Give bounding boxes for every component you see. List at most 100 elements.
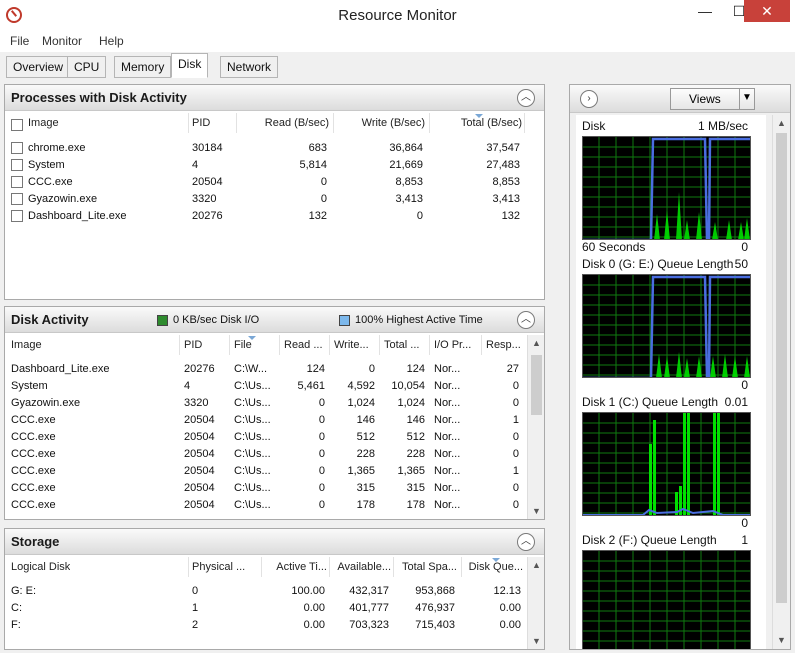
table-row[interactable]: CCC.exe 20504 C:\Us... 0 512 512 Nor... 0 <box>5 429 527 446</box>
scroll-down-icon[interactable]: ▼ <box>528 503 544 519</box>
process-checkbox[interactable] <box>11 210 23 222</box>
storage-total-space: 715,403 <box>415 619 455 631</box>
activity-pid: 20504 <box>184 465 215 477</box>
activity-response: 0 <box>512 380 519 392</box>
col-pid[interactable]: PID <box>192 117 210 129</box>
col-total-space[interactable]: Total Spa... <box>391 561 457 573</box>
table-row[interactable]: C: 1 0.00 401,777 476,937 0.00 <box>5 600 525 617</box>
activity-read: 0 <box>318 482 325 494</box>
activity-read: 0 <box>318 465 325 477</box>
select-all-checkbox[interactable] <box>11 119 23 131</box>
col-read[interactable]: Read (B/sec) <box>241 117 329 129</box>
tab-overview[interactable]: Overview <box>6 56 71 78</box>
collapse-processes-button[interactable]: ︿ <box>517 89 535 107</box>
process-image: chrome.exe <box>28 142 86 154</box>
disk2-graph-label: Disk 2 (F:) Queue Length <box>582 533 717 547</box>
activity-image: CCC.exe <box>11 482 56 494</box>
col-physical-disk[interactable]: Physical ... <box>192 561 262 573</box>
table-row[interactable]: Gyazowin.exe 3320 0 3,413 3,413 <box>5 191 525 208</box>
table-row[interactable]: Dashboard_Lite.exe 20276 132 0 132 <box>5 208 525 225</box>
col-logical-disk[interactable]: Logical Disk <box>11 561 70 573</box>
disk-activity-scrollbar[interactable]: ▲ ▼ <box>527 335 544 519</box>
table-row[interactable]: Dashboard_Lite.exe 20276 C:\W... 124 0 124 Nor… <box>5 361 527 378</box>
table-row[interactable]: System 4 5,814 21,669 27,483 <box>5 157 525 174</box>
scroll-down-icon[interactable]: ▼ <box>528 633 544 649</box>
activity-image: CCC.exe <box>11 431 56 443</box>
table-row[interactable]: chrome.exe 30184 683 36,864 37,547 <box>5 140 525 157</box>
storage-disk-queue: 0.00 <box>499 602 521 614</box>
collapse-storage-button[interactable]: ︿ <box>517 533 535 551</box>
activity-write: 1,024 <box>347 397 375 409</box>
expand-arrow-icon[interactable]: › <box>580 90 598 108</box>
activity-pid: 20504 <box>184 431 215 443</box>
scroll-down-icon[interactable]: ▼ <box>773 632 790 649</box>
table-row[interactable]: F: 2 0.00 703,323 715,403 0.00 <box>5 617 525 634</box>
process-total: 3,413 <box>492 193 520 205</box>
activity-bar <box>687 413 690 515</box>
scroll-up-icon[interactable]: ▲ <box>528 335 544 352</box>
table-row[interactable]: CCC.exe 20504 C:\Us... 0 228 228 Nor... 0 <box>5 446 527 463</box>
activity-total: 10,054 <box>391 380 425 392</box>
activity-response: 0 <box>512 482 519 494</box>
col-write[interactable]: Write (B/sec) <box>333 117 425 129</box>
table-row[interactable]: CCC.exe 20504 C:\Us... 0 146 146 Nor... 1 <box>5 412 527 429</box>
scroll-thumb[interactable] <box>776 133 787 603</box>
activity-io-priority: Nor... <box>434 397 461 409</box>
table-row[interactable]: CCC.exe 20504 C:\Us... 0 315 315 Nor... 0 <box>5 480 527 497</box>
table-row[interactable]: G: E: 0 100.00 432,317 953,868 12.13 <box>5 583 525 600</box>
minimize-button[interactable]: — <box>690 0 720 22</box>
col-disk-queue[interactable]: Disk Que... <box>461 561 523 573</box>
disk0-graph <box>582 274 751 378</box>
activity-response: 27 <box>506 363 519 375</box>
tab-disk[interactable]: Disk <box>171 53 209 78</box>
storage-available: 401,777 <box>349 602 389 614</box>
menu-monitor[interactable]: Monitor <box>42 34 82 48</box>
processes-header[interactable]: Processes with Disk Activity ︿ <box>5 85 544 111</box>
col-available[interactable]: Available... <box>327 561 391 573</box>
graphs-scrollbar[interactable]: ▲ ▼ <box>772 115 789 649</box>
process-total: 8,853 <box>492 176 520 188</box>
col-total[interactable]: Total (B/sec) <box>429 117 522 129</box>
activity-bar <box>713 413 716 515</box>
col-image[interactable]: Image <box>28 117 59 129</box>
close-button[interactable]: ✕ <box>744 0 790 22</box>
tab-network[interactable]: Network <box>220 56 279 78</box>
storage-active-time: 0.00 <box>303 602 325 614</box>
tab-cpu[interactable]: CPU <box>67 56 107 78</box>
disk0-graph-min: 0 <box>741 378 748 392</box>
tab-memory[interactable]: Memory <box>114 56 172 78</box>
disk-graph-time: 60 Seconds <box>582 240 646 254</box>
storage-physical-disk: 0 <box>192 585 199 597</box>
sort-descending-icon <box>475 114 483 118</box>
process-checkbox[interactable] <box>11 176 23 188</box>
activity-total: 1,365 <box>397 465 425 477</box>
storage-total-space: 476,937 <box>415 602 455 614</box>
storage-panel: Storage ︿ Logical Disk Physical ... Acti… <box>4 528 545 650</box>
views-dropdown-icon: ▼ <box>742 92 752 103</box>
process-pid: 4 <box>192 159 199 171</box>
scroll-thumb[interactable] <box>531 355 542 415</box>
storage-header[interactable]: Storage ︿ <box>5 529 544 555</box>
activity-write: 0 <box>368 363 375 375</box>
table-row[interactable]: CCC.exe 20504 C:\Us... 0 1,365 1,365 Nor... 1 <box>5 463 527 480</box>
process-checkbox[interactable] <box>11 142 23 154</box>
window-title: Resource Monitor <box>338 7 457 24</box>
table-row[interactable]: System 4 C:\Us... 5,461 4,592 10,054 Nor... 0 <box>5 378 527 395</box>
scroll-up-icon[interactable]: ▲ <box>528 557 544 574</box>
activity-file: C:\W... <box>234 363 267 375</box>
views-button[interactable]: Views ▼ <box>670 88 755 110</box>
process-checkbox[interactable] <box>11 193 23 205</box>
process-pid: 30184 <box>192 142 223 154</box>
scroll-up-icon[interactable]: ▲ <box>773 115 790 132</box>
activity-write: 146 <box>356 414 375 426</box>
storage-scrollbar[interactable]: ▲ ▼ <box>527 557 544 649</box>
table-row[interactable]: Gyazowin.exe 3320 C:\Us... 0 1,024 1,024 Nor..… <box>5 395 527 412</box>
menu-help[interactable]: Help <box>99 34 124 48</box>
activity-file: C:\Us... <box>234 499 271 511</box>
table-row[interactable]: CCC.exe 20504 C:\Us... 0 178 178 Nor... 0 <box>5 497 527 514</box>
activity-file: C:\Us... <box>234 465 271 477</box>
table-row[interactable]: CCC.exe 20504 0 8,853 8,853 <box>5 174 525 191</box>
col-active-time[interactable]: Active Ti... <box>261 561 327 573</box>
menu-file[interactable]: File <box>10 34 29 48</box>
process-checkbox[interactable] <box>11 159 23 171</box>
